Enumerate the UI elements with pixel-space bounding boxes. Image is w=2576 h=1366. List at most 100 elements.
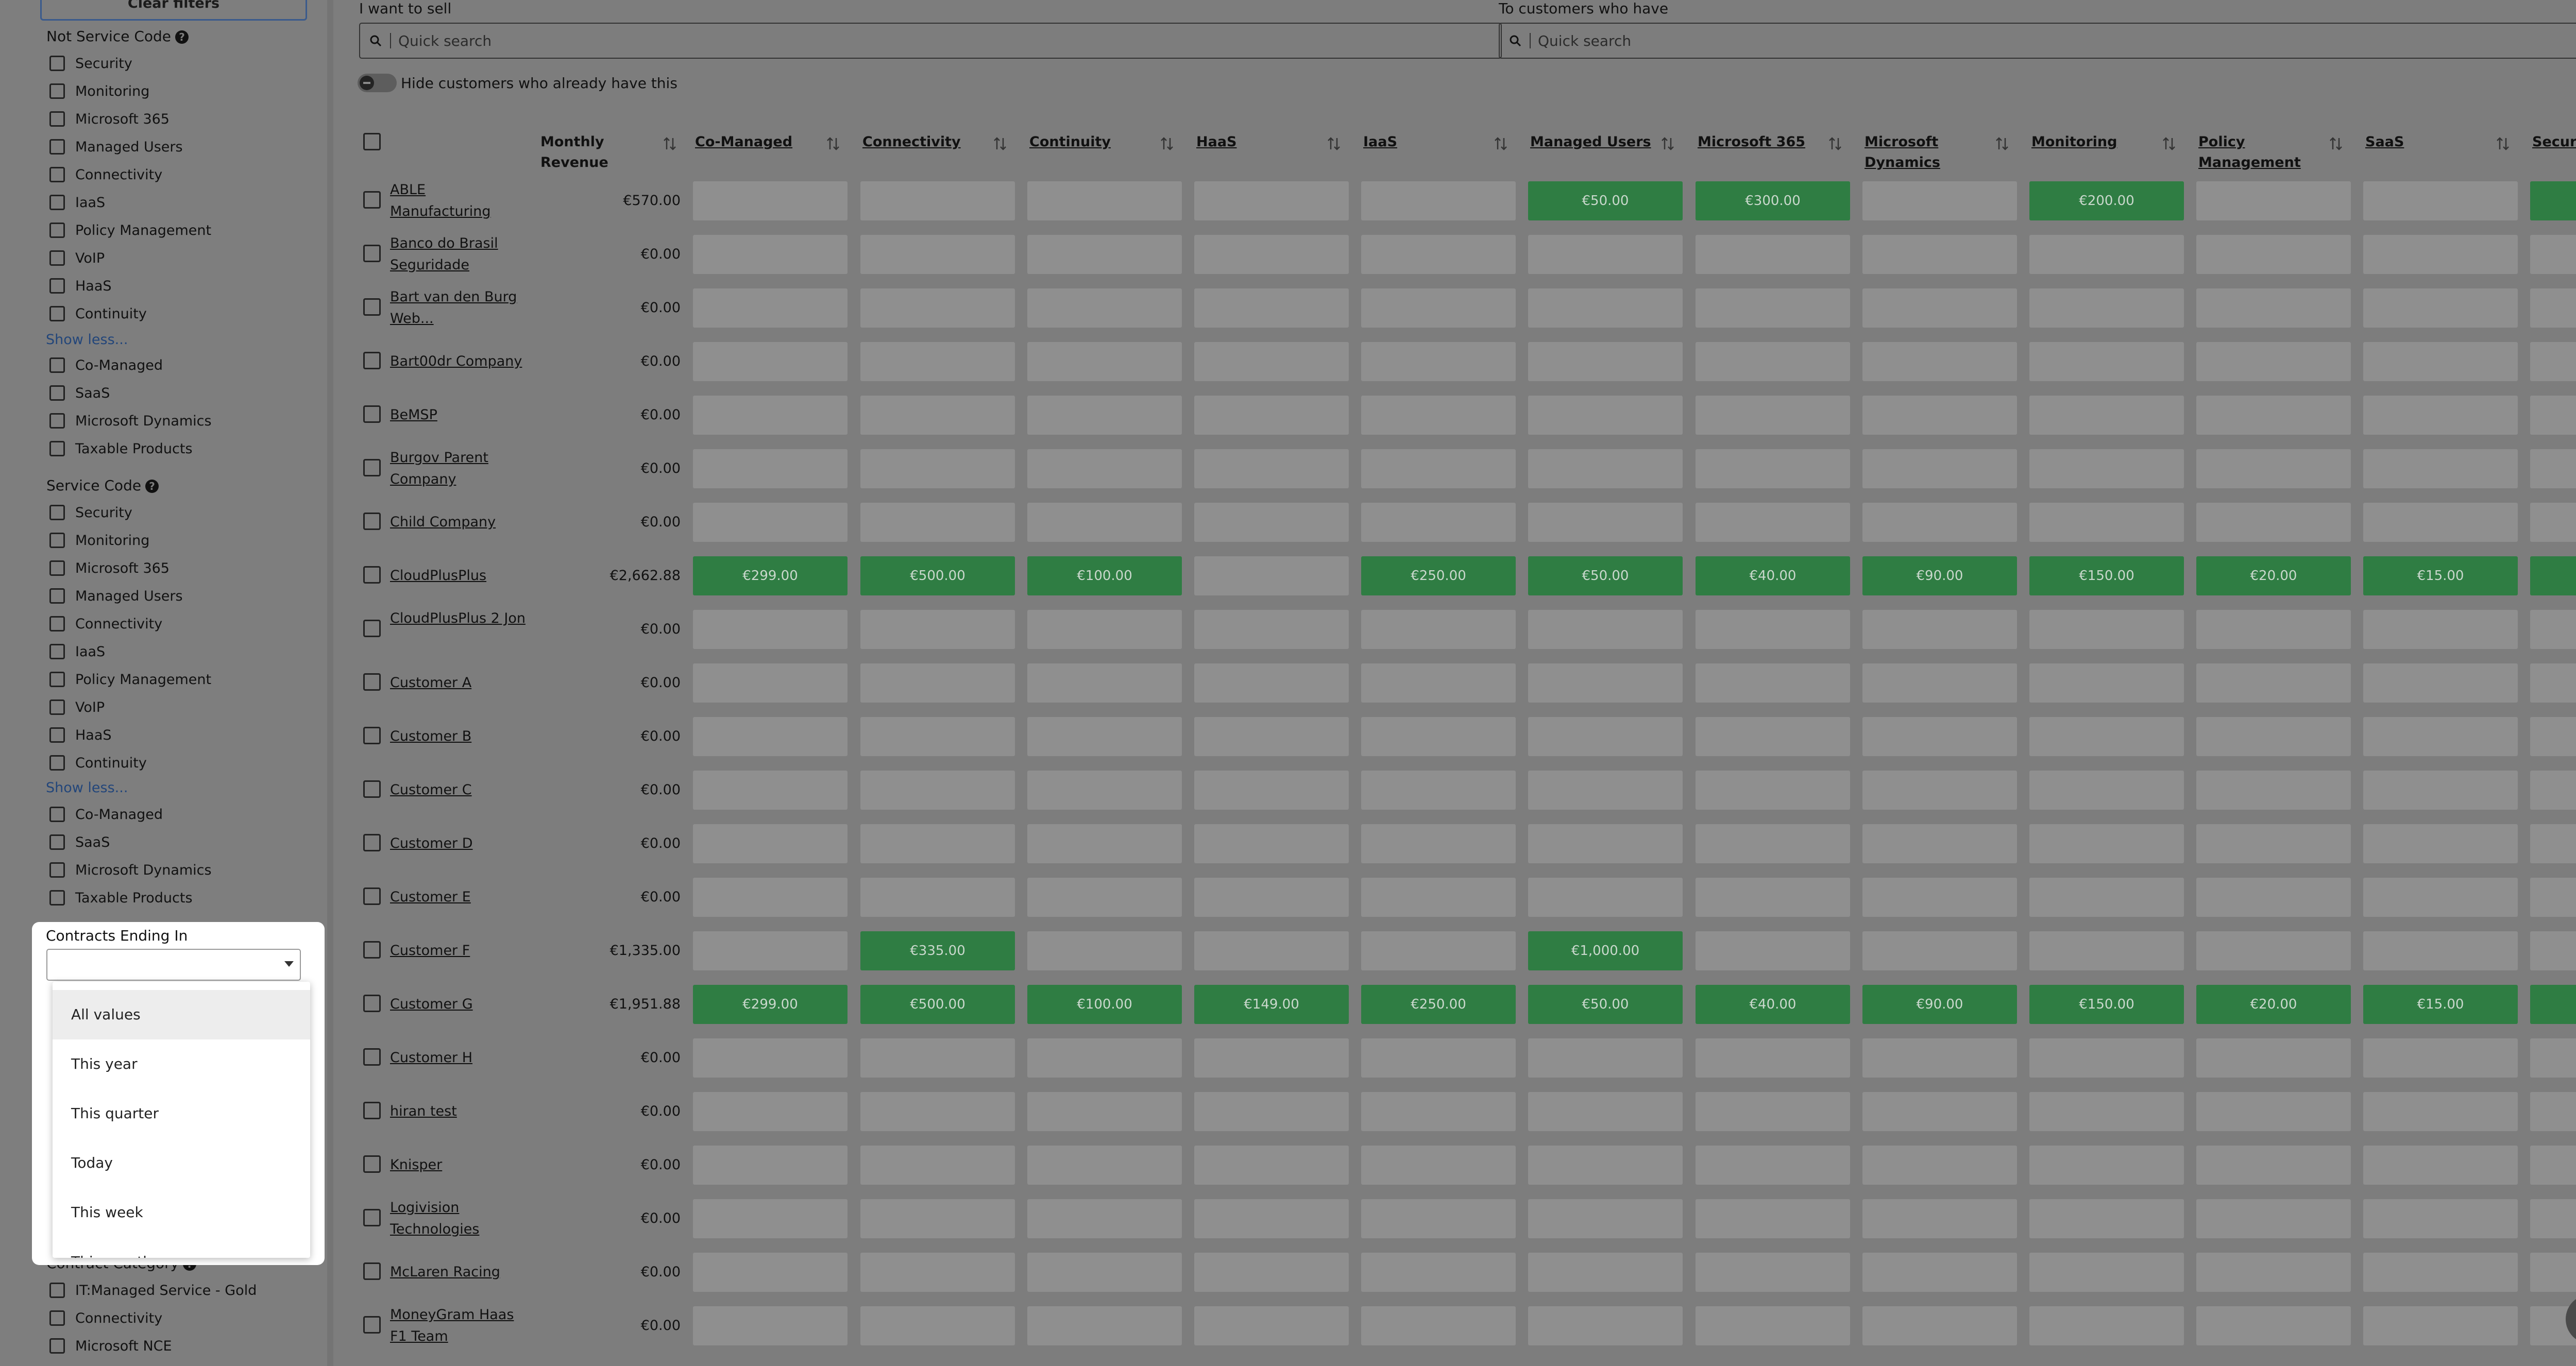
service-cell[interactable]: €90.00 xyxy=(1862,985,2017,1024)
service-cell[interactable] xyxy=(1696,288,1850,328)
service-cell[interactable] xyxy=(1528,449,1683,488)
sort-arrows-icon[interactable] xyxy=(662,136,677,151)
service-cell[interactable] xyxy=(1528,1253,1683,1292)
column-header[interactable]: Microsoft Dynamics xyxy=(1865,132,1988,173)
service-cell[interactable] xyxy=(1194,1092,1349,1131)
service-cell[interactable] xyxy=(2196,1146,2351,1185)
row-checkbox[interactable] xyxy=(363,673,381,691)
row-checkbox[interactable] xyxy=(363,1048,381,1066)
filter-option[interactable]: Monitoring xyxy=(49,77,211,105)
checkbox[interactable] xyxy=(49,250,65,266)
filter-option[interactable]: Continuity xyxy=(49,300,211,328)
service-cell[interactable] xyxy=(2196,235,2351,274)
service-cell[interactable]: €40.00 xyxy=(1696,556,1850,595)
service-cell[interactable] xyxy=(1194,824,1349,863)
filter-option[interactable]: Managed Users xyxy=(49,582,211,610)
service-cell[interactable] xyxy=(2363,1306,2518,1345)
service-cell[interactable] xyxy=(1027,181,1182,220)
checkbox[interactable] xyxy=(49,385,65,401)
filter-option[interactable]: Microsoft 365 xyxy=(49,554,211,582)
service-cell[interactable] xyxy=(1528,1146,1683,1185)
service-cell[interactable] xyxy=(2029,1038,2184,1078)
service-cell[interactable] xyxy=(2530,878,2576,917)
service-cell[interactable] xyxy=(2530,824,2576,863)
service-cell[interactable] xyxy=(1696,342,1850,381)
service-cell[interactable] xyxy=(2363,610,2518,649)
checkbox[interactable] xyxy=(49,616,65,631)
select-all-checkbox[interactable] xyxy=(363,133,381,150)
service-cell[interactable] xyxy=(2530,1092,2576,1131)
service-cell[interactable] xyxy=(1528,771,1683,810)
service-cell[interactable] xyxy=(860,288,1015,328)
service-cell[interactable]: €250.00 xyxy=(1361,556,1516,595)
checkbox[interactable] xyxy=(49,278,65,294)
filter-option[interactable]: IaaS xyxy=(49,638,211,665)
service-cell[interactable] xyxy=(1862,342,2017,381)
service-cell[interactable] xyxy=(1696,1038,1850,1078)
service-cell[interactable] xyxy=(1027,449,1182,488)
service-cell[interactable] xyxy=(2196,771,2351,810)
service-cell[interactable] xyxy=(1862,396,2017,435)
checkbox[interactable] xyxy=(49,505,65,520)
service-cell[interactable] xyxy=(1361,1306,1516,1345)
filter-option[interactable]: Security xyxy=(49,49,211,77)
column-header[interactable]: Managed Users xyxy=(1530,132,1654,152)
service-cell[interactable] xyxy=(1696,771,1850,810)
dropdown-option[interactable]: This month xyxy=(53,1237,310,1258)
service-cell[interactable] xyxy=(1528,1199,1683,1238)
service-cell[interactable] xyxy=(860,1306,1015,1345)
service-cell[interactable] xyxy=(1027,288,1182,328)
service-cell[interactable]: €150.00 xyxy=(2029,556,2184,595)
column-header[interactable]: Security xyxy=(2532,132,2576,152)
service-cell[interactable] xyxy=(1862,1306,2017,1345)
sort-arrows-icon[interactable] xyxy=(2161,136,2177,151)
service-cell[interactable]: €299.00 xyxy=(693,985,848,1024)
service-cell[interactable] xyxy=(1027,717,1182,756)
service-cell[interactable] xyxy=(860,878,1015,917)
checkbox[interactable] xyxy=(49,834,65,850)
filter-option[interactable]: SaaS xyxy=(49,828,212,856)
filter-option[interactable]: VoIP xyxy=(49,693,211,721)
service-cell[interactable] xyxy=(693,663,848,703)
checkbox[interactable] xyxy=(49,699,65,715)
service-cell[interactable]: €300.00 xyxy=(1696,181,1850,220)
header-monthly-revenue[interactable]: Monthly Revenue xyxy=(540,132,659,173)
service-cell[interactable] xyxy=(1361,181,1516,220)
service-cell[interactable] xyxy=(860,1146,1015,1185)
row-checkbox[interactable] xyxy=(363,459,381,476)
service-cell[interactable] xyxy=(1862,771,2017,810)
service-cell[interactable] xyxy=(1528,503,1683,542)
service-cell[interactable] xyxy=(2196,1038,2351,1078)
service-cell[interactable] xyxy=(2530,1038,2576,1078)
service-cell[interactable] xyxy=(1696,235,1850,274)
service-cell[interactable] xyxy=(2029,396,2184,435)
service-cell[interactable] xyxy=(1027,503,1182,542)
service-cell[interactable] xyxy=(1696,663,1850,703)
service-cell[interactable] xyxy=(693,1146,848,1185)
service-cell[interactable] xyxy=(2029,449,2184,488)
service-cell[interactable] xyxy=(1027,1038,1182,1078)
service-cell[interactable] xyxy=(1194,610,1349,649)
service-cell[interactable] xyxy=(2196,181,2351,220)
filter-option[interactable]: Microsoft 365 xyxy=(49,105,211,133)
service-cell[interactable] xyxy=(1027,878,1182,917)
service-cell[interactable] xyxy=(860,503,1015,542)
dropdown-option[interactable]: This year xyxy=(53,1039,310,1089)
sort-arrows-icon[interactable] xyxy=(1660,136,1675,151)
filter-option[interactable]: Security xyxy=(49,499,211,526)
row-checkbox[interactable] xyxy=(363,1262,381,1280)
service-cell[interactable] xyxy=(1194,1306,1349,1345)
service-cell[interactable] xyxy=(1027,663,1182,703)
filter-option[interactable]: Continuity xyxy=(49,749,211,777)
service-cell[interactable] xyxy=(1862,824,2017,863)
row-checkbox[interactable] xyxy=(363,298,381,316)
dropdown-option[interactable]: All values xyxy=(53,990,310,1039)
service-cell[interactable] xyxy=(1696,717,1850,756)
service-cell[interactable]: €100.00 xyxy=(1027,985,1182,1024)
row-checkbox[interactable] xyxy=(363,780,381,798)
service-cell[interactable] xyxy=(860,824,1015,863)
service-cell[interactable] xyxy=(860,717,1015,756)
not-service-code-show-less[interactable]: Show less... xyxy=(46,332,128,348)
service-cell[interactable] xyxy=(1027,1306,1182,1345)
service-cell[interactable] xyxy=(693,717,848,756)
